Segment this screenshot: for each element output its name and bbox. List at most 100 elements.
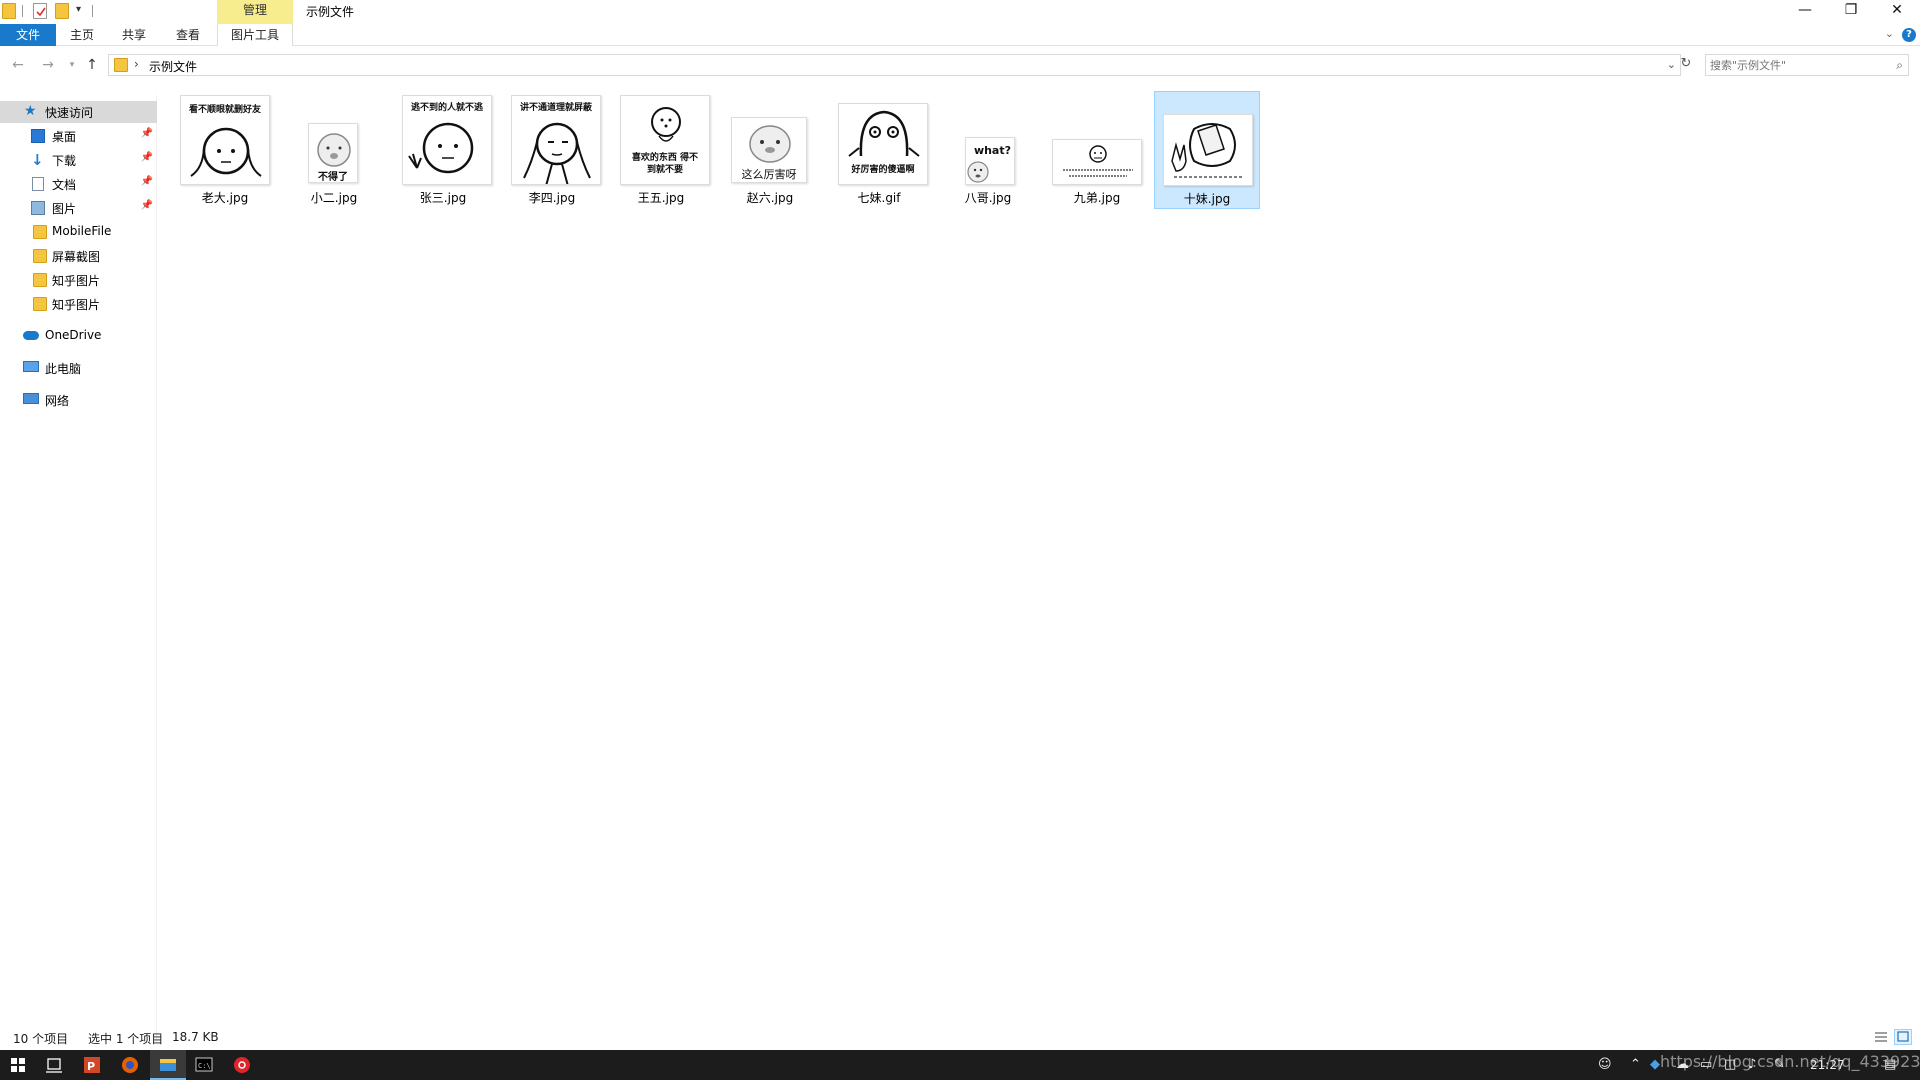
tab-manage[interactable]: 管理 — [217, 0, 293, 24]
file-explorer-icon[interactable] — [150, 1050, 186, 1080]
people-icon[interactable]: ☺ — [1598, 1057, 1612, 1072]
file-name: 赵六.jpg — [746, 191, 794, 205]
file-item[interactable]: 好厉害的傻逼啊 七妹.gif — [826, 91, 932, 209]
svg-text:C:\: C:\ — [198, 1062, 211, 1070]
tab-file[interactable]: 文件 — [0, 24, 56, 46]
window-title: 示例文件 — [306, 5, 355, 19]
tab-home[interactable]: 主页 — [64, 24, 100, 46]
pin-icon[interactable]: 📌 — [141, 176, 153, 187]
thumbnail-caption: 不得了 — [318, 172, 348, 183]
folder-icon — [33, 249, 47, 263]
new-folder-icon[interactable] — [55, 3, 69, 19]
meme-thumbnail: 讲不通道理就屏蔽 — [511, 95, 601, 185]
file-item[interactable]: 九弟.jpg — [1044, 91, 1150, 209]
search-box[interactable]: ⌕ — [1705, 54, 1909, 76]
start-windows-icon[interactable] — [0, 1050, 36, 1080]
sidebar-item-desktop[interactable]: 桌面 📌 — [0, 125, 157, 147]
sidebar-item-label: 屏幕截图 — [52, 250, 101, 264]
thumbnail: 逃不到的人就不逃 — [394, 95, 492, 187]
item-count: 10 个项目 — [13, 1032, 69, 1046]
powerpoint-icon[interactable]: P — [74, 1050, 110, 1080]
chevron-up-icon[interactable]: ⌃ — [1630, 1057, 1641, 1072]
file-item[interactable]: 喜欢的东西 得不到就不要 王五.jpg — [608, 91, 714, 209]
sidebar-item-zhihu-images[interactable]: 知乎图片 — [0, 293, 157, 315]
tab-view[interactable]: 查看 — [170, 24, 206, 46]
breadcrumb[interactable]: 示例文件 — [149, 58, 197, 75]
back-arrow-icon[interactable]: ← — [8, 57, 28, 73]
folder-icon — [33, 273, 47, 287]
file-name: 张三.jpg — [419, 191, 467, 205]
file-name: 八哥.jpg — [964, 191, 1012, 205]
minimize-button[interactable]: — — [1782, 0, 1828, 22]
up-arrow-icon[interactable]: ↑ — [82, 57, 102, 73]
help-icon[interactable]: ? — [1902, 28, 1916, 42]
sidebar-item-documents[interactable]: 文档 📌 — [0, 173, 157, 195]
large-icons-view-icon[interactable] — [1894, 1029, 1912, 1045]
pin-icon[interactable]: 📌 — [141, 200, 153, 211]
sidebar-item-onedrive[interactable]: OneDrive — [0, 325, 157, 347]
file-item[interactable]: 讲不通道理就屏蔽 李四.jpg — [499, 91, 605, 209]
folder-icon[interactable] — [2, 3, 16, 19]
meme-thumbnail: 不得了 — [308, 123, 358, 183]
thumbnail: 看不顺眼就删好友 — [176, 95, 272, 187]
forward-arrow-icon[interactable]: → — [38, 57, 58, 73]
tab-picture-tools[interactable]: 图片工具 — [217, 24, 293, 46]
close-button[interactable]: ✕ — [1874, 0, 1920, 22]
search-icon[interactable]: ⌕ — [1896, 58, 1903, 73]
file-item[interactable]: 这么厉害呀 赵六.jpg — [717, 91, 823, 209]
address-bar[interactable]: › 示例文件 ⌄ — [108, 54, 1681, 76]
thumbnail-caption: 好厉害的傻逼啊 — [851, 165, 915, 175]
sidebar-item-label: 桌面 — [52, 130, 77, 144]
folder-icon — [33, 225, 47, 239]
file-item[interactable]: what? 八哥.jpg — [935, 91, 1041, 209]
sidebar-item-pictures[interactable]: 图片 📌 — [0, 197, 157, 219]
sidebar-item-screenshots[interactable]: 屏幕截图 — [0, 245, 157, 267]
details-view-icon[interactable] — [1872, 1029, 1890, 1045]
sidebar-item-quick-access[interactable]: ★ 快速访问 — [0, 101, 157, 123]
file-item[interactable]: 看不顺眼就删好友 老大.jpg — [172, 91, 278, 209]
meme-thumbnail: 逃不到的人就不逃 — [402, 95, 492, 185]
folder-icon — [33, 297, 47, 311]
sidebar-item-label: 下载 — [52, 154, 77, 168]
sidebar-item-label: MobileFile — [52, 224, 112, 238]
terminal-icon[interactable]: C:\ — [186, 1050, 222, 1080]
svg-text:P: P — [87, 1060, 95, 1073]
thumbnail-caption: 喜欢的东西 得不到就不要 — [631, 153, 699, 175]
task-view-icon[interactable] — [36, 1050, 72, 1080]
file-item-selected[interactable]: 十妹.jpg — [1154, 91, 1260, 209]
refresh-icon[interactable]: ↻ — [1678, 56, 1694, 71]
sidebar-item-this-pc[interactable]: 此电脑 — [0, 357, 157, 379]
navigation-pane: ★ 快速访问 桌面 📌 ↓ 下载 📌 文档 📌 图片 📌 MobileFile … — [0, 95, 157, 1042]
chevron-down-icon[interactable]: ⌄ — [1667, 58, 1676, 71]
recent-locations-chevron-icon[interactable]: ▾ — [62, 60, 82, 70]
sidebar-item-label: 文档 — [52, 178, 77, 192]
pictures-icon — [31, 201, 45, 215]
customize-quick-access-icon[interactable]: ▾ — [76, 4, 81, 15]
thumbnail: what? — [939, 95, 1035, 187]
properties-icon[interactable] — [33, 3, 47, 19]
file-name: 王五.jpg — [637, 191, 685, 205]
thumbnail-caption: 这么厉害呀 — [741, 168, 797, 181]
tab-share[interactable]: 共享 — [116, 24, 152, 46]
file-name: 七妹.gif — [857, 191, 901, 205]
meme-thumbnail: 这么厉害呀 — [731, 117, 807, 183]
tray-app-icon[interactable]: ◆ — [1650, 1057, 1660, 1072]
netease-music-icon[interactable] — [224, 1050, 260, 1080]
sidebar-item-downloads[interactable]: ↓ 下载 📌 — [0, 149, 157, 171]
desktop-icon — [31, 129, 45, 143]
firefox-icon[interactable] — [112, 1050, 148, 1080]
pin-icon[interactable]: 📌 — [141, 152, 153, 163]
sidebar-item-label: 此电脑 — [45, 362, 82, 376]
restore-button[interactable]: ❐ — [1828, 0, 1874, 22]
meme-thumbnail: 好厉害的傻逼啊 — [838, 103, 928, 185]
sidebar-item-zhihu-images[interactable]: 知乎图片 — [0, 269, 157, 291]
search-input[interactable] — [1710, 56, 1880, 74]
chevron-down-icon[interactable]: ⌄ — [1885, 27, 1894, 40]
file-item[interactable]: 逃不到的人就不逃 张三.jpg — [390, 91, 496, 209]
pin-icon[interactable]: 📌 — [141, 128, 153, 139]
chevron-right-icon[interactable]: › — [134, 57, 139, 71]
sidebar-item-network[interactable]: 网络 — [0, 389, 157, 411]
file-item[interactable]: 不得了 小二.jpg — [281, 91, 387, 209]
network-icon — [23, 393, 39, 404]
sidebar-item-mobilefile[interactable]: MobileFile — [0, 221, 157, 243]
